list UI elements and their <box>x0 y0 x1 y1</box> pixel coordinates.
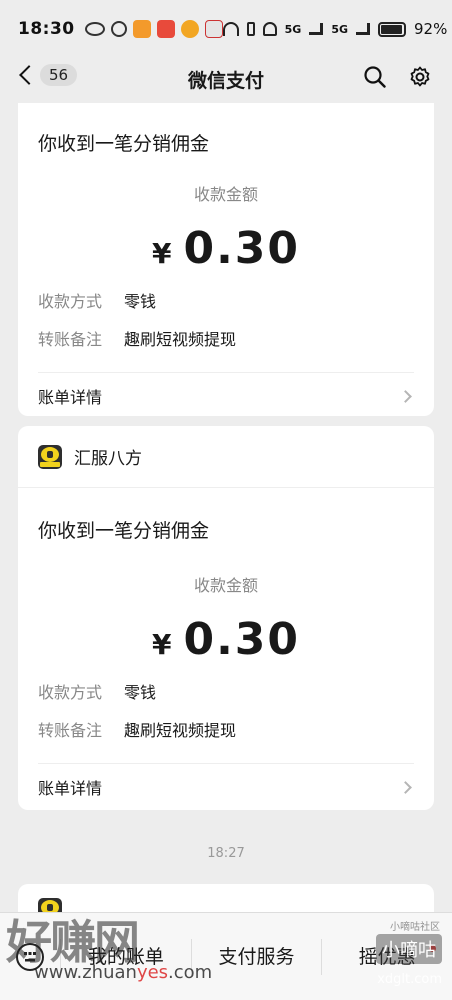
bottom-menu: 我的账单 支付服务 摇优惠 <box>0 912 452 1000</box>
mute-icon <box>262 22 277 36</box>
message-title: 你收到一笔分销佣金 <box>38 133 210 155</box>
amount-label: 收款金额 <box>193 576 258 595</box>
chevron-right-icon <box>399 780 412 794</box>
app-notification-icon <box>156 20 175 38</box>
payment-method-row: 收款方式 零钱 <box>18 288 434 312</box>
bill-detail-label: 账单详情 <box>38 388 103 407</box>
gear-icon <box>410 66 430 87</box>
signal-2-label: 5G <box>331 22 348 36</box>
keyboard-icon <box>16 942 44 971</box>
transfer-note-row: 转账备注 趣刷短视频提现 <box>18 326 434 350</box>
app-name: 汇服八方 <box>74 449 142 469</box>
notification-icons <box>84 20 223 38</box>
new-dot-badge <box>429 944 437 952</box>
menu-shake-offers-label: 摇优惠 <box>358 945 416 968</box>
settings-button[interactable] <box>406 63 434 91</box>
note-key: 转账备注 <box>38 721 103 740</box>
menu-my-bills[interactable]: 我的账单 <box>60 938 191 975</box>
eye-icon <box>84 22 105 36</box>
method-value: 零钱 <box>124 683 157 702</box>
transfer-note-row: 转账备注 趣刷短视频提现 <box>18 717 434 741</box>
method-key: 收款方式 <box>38 292 103 311</box>
amount: ¥ 0.30 <box>18 223 434 274</box>
status-bar: 18:30 5G 5G 92% <box>0 0 452 58</box>
amount-value: 0.30 <box>183 223 301 274</box>
method-key: 收款方式 <box>38 683 103 702</box>
chevron-right-icon <box>399 389 412 403</box>
nav-bar: 56 微信支付 <box>0 58 452 98</box>
amount-label: 收款金额 <box>193 185 258 204</box>
bill-detail-link[interactable]: 账单详情 <box>18 764 434 810</box>
bill-detail-link[interactable]: 账单详情 <box>18 373 434 419</box>
signal-bars-icon <box>309 23 324 35</box>
menu-shake-offers[interactable]: 摇优惠 <box>321 938 452 975</box>
vibrate-icon <box>246 22 255 36</box>
note-value: 趣刷短视频提现 <box>124 721 237 740</box>
battery-icon <box>378 21 406 37</box>
unread-badge: 56 <box>40 64 78 86</box>
card-header[interactable]: 汇服八方 <box>18 426 434 488</box>
back-arrow-icon <box>19 65 39 85</box>
chat-timestamp: 18:27 <box>207 846 245 861</box>
status-time: 18:30 <box>18 19 75 39</box>
currency-symbol: ¥ <box>151 628 172 661</box>
amount-value: 0.30 <box>183 614 301 665</box>
note-key: 转账备注 <box>38 330 103 349</box>
app-notification-icon <box>132 20 151 38</box>
currency-symbol: ¥ <box>151 237 172 270</box>
app-logo-icon <box>38 444 62 469</box>
alarm-icon <box>110 21 127 37</box>
status-right: 5G 5G 92% <box>222 20 448 38</box>
battery-percent: 92% <box>414 20 448 38</box>
amount: ¥ 0.30 <box>18 614 434 665</box>
keyboard-button[interactable] <box>0 927 60 987</box>
headphones-icon <box>222 22 239 36</box>
search-button[interactable] <box>361 63 389 91</box>
message-title: 你收到一笔分销佣金 <box>38 520 210 542</box>
payment-method-row: 收款方式 零钱 <box>18 679 434 703</box>
back-button[interactable]: 56 <box>16 64 78 86</box>
search-icon <box>364 66 386 88</box>
payment-card: 你收到一笔分销佣金 收款金额 ¥ 0.30 收款方式 零钱 转账备注 趣刷短视频… <box>18 103 434 416</box>
bill-detail-label: 账单详情 <box>38 779 103 798</box>
signal-1-label: 5G <box>284 22 302 36</box>
method-value: 零钱 <box>124 292 157 311</box>
weibo-icon <box>180 20 199 38</box>
menu-payment-services[interactable]: 支付服务 <box>190 938 322 975</box>
music-icon <box>204 20 223 38</box>
signal-bars-icon <box>356 23 370 35</box>
payment-card: 汇服八方 你收到一笔分销佣金 收款金额 ¥ 0.30 收款方式 零钱 转账备注 … <box>18 426 434 810</box>
note-value: 趣刷短视频提现 <box>124 330 237 349</box>
